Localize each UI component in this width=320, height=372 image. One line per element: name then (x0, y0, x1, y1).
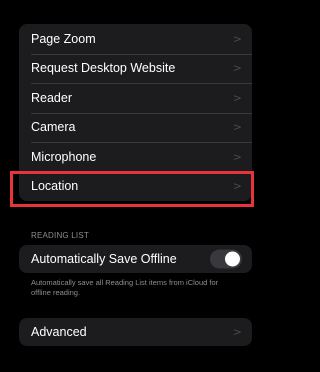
reading-list-group: Automatically Save Offline (19, 245, 252, 273)
reader-label: Reader (31, 90, 72, 105)
auto-save-offline-row: Automatically Save Offline (19, 245, 252, 273)
advanced-label: Advanced (31, 325, 87, 339)
auto-save-offline-toggle[interactable] (210, 249, 242, 269)
microphone-label: Microphone (31, 149, 97, 164)
advanced-group: Advanced > (19, 318, 252, 346)
chevron-right-icon: > (232, 120, 242, 134)
microphone-row[interactable]: Microphone > (19, 142, 252, 172)
location-highlight-box (10, 171, 254, 207)
reading-list-footer: Automatically save all Reading List item… (31, 278, 219, 297)
request-desktop-website-row[interactable]: Request Desktop Website > (19, 53, 252, 84)
chevron-right-icon: > (232, 91, 242, 105)
reading-list-header: READING LIST (31, 231, 89, 240)
request-desktop-website-label: Request Desktop Website (31, 61, 176, 76)
toggle-knob (225, 251, 240, 267)
auto-save-offline-label: Automatically Save Offline (31, 252, 177, 266)
camera-row[interactable]: Camera > (19, 112, 252, 143)
chevron-right-icon: > (232, 325, 242, 339)
page-zoom-row[interactable]: Page Zoom > (19, 24, 252, 54)
chevron-right-icon: > (232, 32, 242, 46)
chevron-right-icon: > (232, 150, 242, 164)
reader-row[interactable]: Reader > (19, 83, 252, 113)
chevron-right-icon: > (232, 61, 242, 75)
page-zoom-label: Page Zoom (31, 31, 96, 46)
advanced-row[interactable]: Advanced > (19, 318, 252, 346)
camera-label: Camera (31, 120, 76, 135)
